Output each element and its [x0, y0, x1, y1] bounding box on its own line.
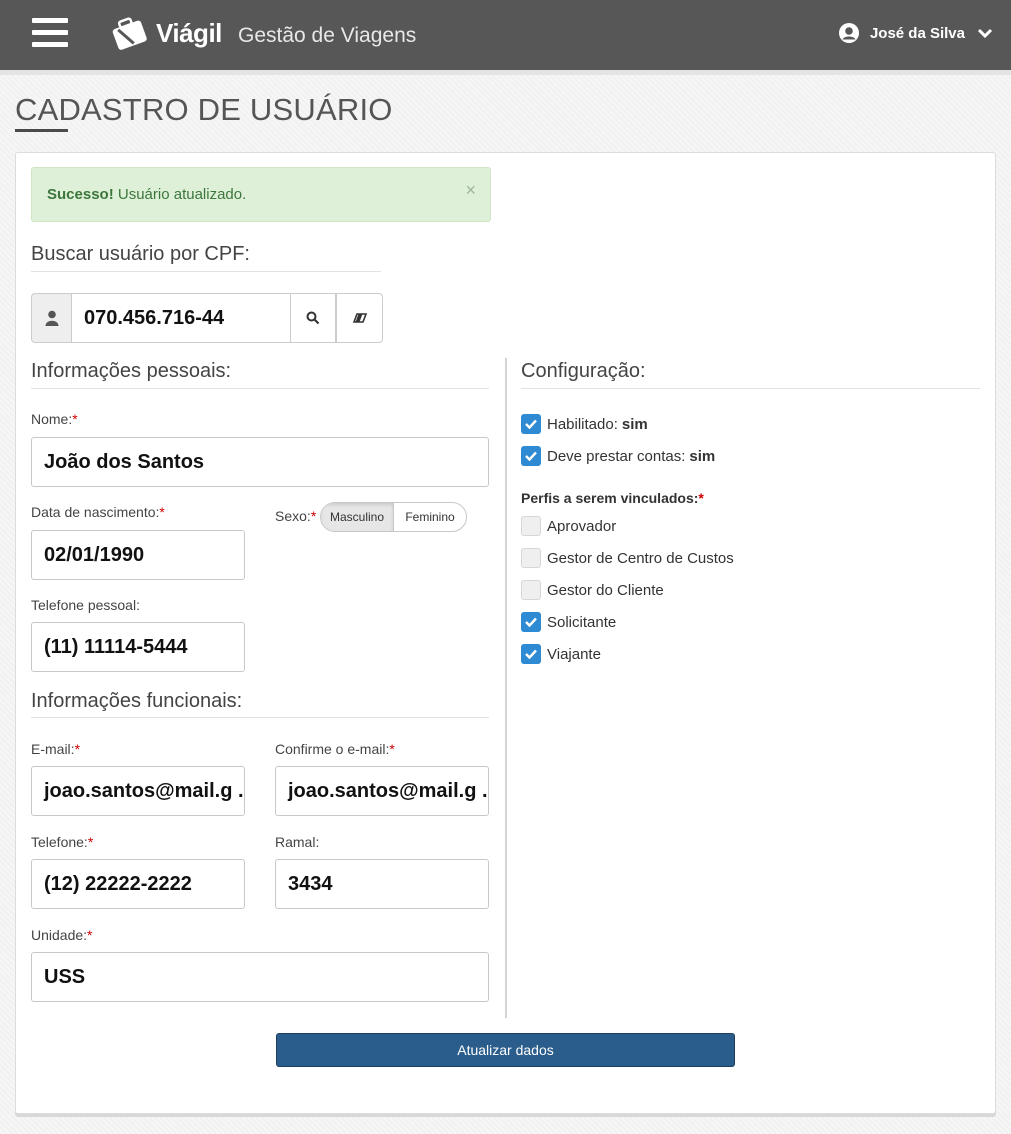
email-label: E-mail:* — [31, 741, 81, 757]
title-underline — [15, 129, 68, 132]
email-input[interactable]: joao.santos@mail.g ... — [31, 766, 245, 816]
extension-input[interactable]: 3434 — [275, 859, 489, 909]
profile-gestor-cliente[interactable]: Gestor do Cliente — [521, 580, 664, 600]
unit-label: Unidade:* — [31, 927, 93, 943]
user-menu[interactable]: José da Silva — [838, 22, 993, 44]
profile-solicitante[interactable]: Solicitante — [521, 612, 616, 632]
update-button[interactable]: Atualizar dados — [276, 1033, 735, 1067]
eraser-icon — [352, 313, 367, 323]
app-subtitle: Gestão de Viagens — [238, 24, 417, 47]
config-divider — [521, 388, 980, 389]
enabled-label: Habilitado: — [547, 415, 618, 433]
profile-label: Gestor de Centro de Custos — [547, 549, 734, 567]
cpf-input[interactable]: 070.456.716-44 — [71, 293, 291, 343]
alert-strong: Sucesso! — [47, 186, 114, 203]
checkbox-checked-icon — [521, 446, 541, 466]
checkbox-unchecked-icon — [521, 580, 541, 600]
enabled-value: sim — [621, 415, 648, 433]
user-icon — [31, 293, 71, 343]
config-title: Configuração: — [521, 360, 646, 382]
checkbox-checked-icon — [521, 414, 541, 434]
confirm-email-label: Confirme o e-mail:* — [275, 741, 395, 757]
success-alert: Sucesso! Usuário atualizado. × — [31, 167, 491, 222]
close-icon[interactable]: × — [465, 180, 476, 201]
phone-input[interactable]: (12) 22222-2222 — [31, 859, 245, 909]
personal-phone-label: Telefone pessoal: — [31, 597, 140, 613]
alert-message: Usuário atualizado. — [117, 186, 247, 203]
column-divider — [505, 358, 507, 1018]
search-icon — [306, 311, 320, 325]
profile-gestor-centro-custos[interactable]: Gestor de Centro de Custos — [521, 548, 734, 568]
brand-logo[interactable]: Viágil — [108, 14, 222, 52]
brand-name: Viágil — [156, 17, 222, 48]
profile-label: Aprovador — [547, 517, 617, 535]
name-label: Nome:* — [31, 411, 78, 427]
personal-divider — [31, 388, 489, 389]
accountable-checkbox[interactable]: Deve prestar contas: sim — [521, 446, 715, 466]
checkbox-checked-icon — [521, 644, 541, 664]
checkbox-unchecked-icon — [521, 516, 541, 536]
top-navbar: Viágil Gestão de Viagens José da Silva — [0, 0, 1011, 70]
cpf-search-group: 070.456.716-44 — [31, 293, 383, 343]
navbar-shadow — [0, 70, 1011, 75]
accountable-value: sim — [689, 447, 716, 465]
chevron-down-icon — [977, 28, 993, 39]
work-divider — [31, 717, 489, 718]
checkbox-checked-icon — [521, 612, 541, 632]
personal-title: Informações pessoais: — [31, 360, 232, 382]
search-divider — [31, 271, 381, 272]
sex-option-female[interactable]: Feminino — [394, 503, 466, 531]
profile-label: Gestor do Cliente — [547, 581, 664, 599]
profile-viajante[interactable]: Viajante — [521, 644, 601, 664]
phone-label: Telefone:* — [31, 834, 94, 850]
user-name: José da Silva — [869, 24, 965, 42]
birth-label: Data de nascimento:* — [31, 504, 165, 520]
search-button[interactable] — [291, 293, 336, 343]
checkbox-unchecked-icon — [521, 548, 541, 568]
unit-input[interactable]: USS — [31, 952, 489, 1002]
profile-aprovador[interactable]: Aprovador — [521, 516, 616, 536]
sex-toggle: Masculino Feminino — [320, 502, 467, 532]
user-avatar-icon — [838, 23, 859, 43]
accountable-label: Deve prestar contas: — [547, 447, 686, 465]
sex-option-male[interactable]: Masculino — [321, 503, 394, 531]
name-input[interactable]: João dos Santos — [31, 437, 489, 487]
sex-label: Sexo:* — [275, 508, 317, 524]
menu-icon[interactable] — [32, 18, 68, 48]
profiles-title: Perfis a serem vinculados:* — [521, 490, 704, 506]
search-title: Buscar usuário por CPF: — [31, 243, 250, 265]
clear-button[interactable] — [336, 293, 383, 343]
enabled-checkbox[interactable]: Habilitado: sim — [521, 414, 648, 434]
profile-label: Solicitante — [547, 613, 617, 631]
birth-date-input[interactable]: 02/01/1990 — [31, 530, 245, 580]
suitcase-logo-icon — [112, 17, 147, 50]
confirm-email-input[interactable]: joao.santos@mail.g ... — [275, 766, 489, 816]
page-title: CADASTRO DE USUÁRIO — [15, 92, 393, 127]
work-title: Informações funcionais: — [31, 690, 243, 712]
extension-label: Ramal: — [275, 834, 320, 850]
personal-phone-input[interactable]: (11) 11114-5444 — [31, 622, 245, 672]
profile-label: Viajante — [547, 645, 601, 663]
